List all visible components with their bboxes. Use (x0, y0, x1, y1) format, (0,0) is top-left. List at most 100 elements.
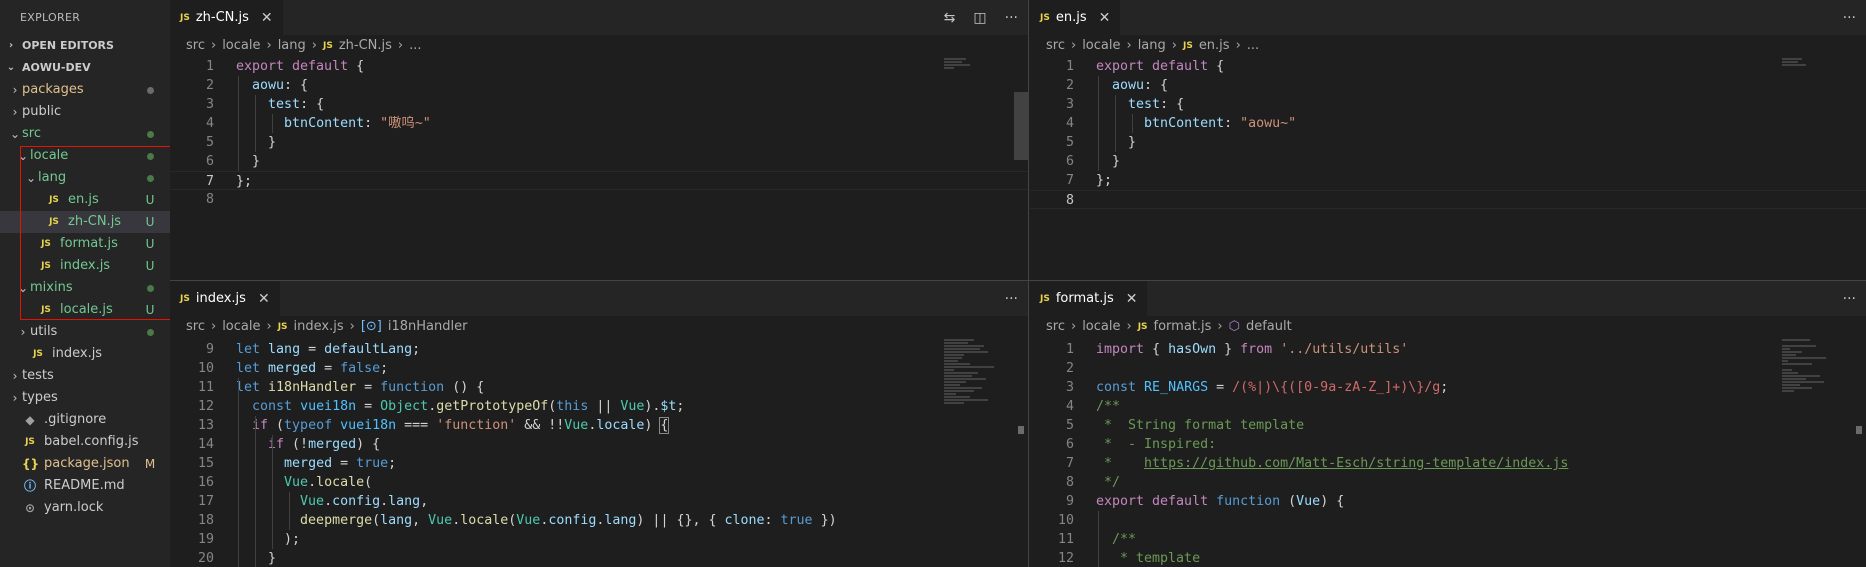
tree-item-index-js[interactable]: JS index.js (0, 343, 170, 365)
tab-index[interactable]: JS index.js ✕ (170, 281, 281, 316)
tab-en[interactable]: JS en.js ✕ (1030, 0, 1122, 35)
tree-item-packages[interactable]: › packages (0, 79, 170, 101)
git-icon: ◆ (25, 413, 35, 427)
explorer-title: EXPLORER (20, 11, 81, 24)
tree-item-en-js[interactable]: JS en.js U (0, 189, 170, 211)
breadcrumb-item[interactable]: default (1246, 316, 1292, 338)
tab-label: index.js (195, 291, 246, 306)
tree-item-label: .gitignore (44, 412, 107, 427)
close-icon[interactable]: ✕ (1126, 291, 1138, 307)
chevron-down-icon: ⌄ (17, 281, 29, 295)
breadcrumb-item[interactable]: locale (222, 35, 260, 57)
tree-item-package-json[interactable]: {} package.json M (0, 453, 170, 475)
tab-bar: JS en.js ✕ ··· (1030, 0, 1866, 35)
tree-item-public[interactable]: › public (0, 101, 170, 123)
breadcrumb-item[interactable]: en.js (1199, 35, 1230, 57)
close-icon[interactable]: ✕ (261, 10, 273, 26)
tree-item-yarn-lock[interactable]: ⊙ yarn.lock (0, 497, 170, 519)
close-icon[interactable]: ✕ (258, 291, 270, 307)
breadcrumb-item[interactable]: lang (278, 35, 306, 57)
breadcrumb-item[interactable]: i18nHandler (388, 316, 468, 338)
tree-item-tests[interactable]: › tests (0, 365, 170, 387)
tree-item-label: yarn.lock (44, 500, 104, 515)
scrollbar[interactable] (1014, 92, 1028, 160)
breadcrumb-item[interactable]: locale (1082, 35, 1120, 57)
project-section[interactable]: ⌄ AOWU-DEV (0, 57, 170, 79)
compare-changes-icon[interactable]: ⇆ (944, 10, 956, 26)
git-status-dot (144, 277, 156, 299)
tree-item-label: babel.config.js (44, 434, 139, 449)
breadcrumb: src › locale › lang › JS en.js › ... (1030, 35, 1866, 57)
tree-item-mixins[interactable]: ⌄ mixins (0, 277, 170, 299)
tree-item-src[interactable]: ⌄ src (0, 123, 170, 145)
chevron-right-icon: › (12, 105, 18, 119)
chevron-down-icon: ⌄ (6, 62, 16, 73)
open-editors-section[interactable]: › OPEN EDITORS (0, 35, 170, 57)
minimap[interactable] (944, 58, 1014, 70)
horizontal-divider[interactable] (170, 280, 1866, 281)
js-file-icon: JS (180, 12, 190, 23)
code-area[interactable]: 1 export default { 2 aowu: { 3 test: { 4 … (170, 57, 1028, 209)
breadcrumb-item[interactable]: index.js (294, 316, 344, 338)
chevron-down-icon: ⌄ (9, 127, 21, 141)
tree-item--gitignore[interactable]: ◆ .gitignore (0, 409, 170, 431)
js-file-icon: JS (41, 239, 51, 249)
breadcrumb-item[interactable]: src (186, 316, 205, 338)
js-file-icon: JS (41, 261, 51, 271)
git-status-badge: U (145, 303, 155, 317)
git-status-dot (144, 167, 156, 189)
tree-item-format-js[interactable]: JS format.js U (0, 233, 170, 255)
breadcrumb-item[interactable]: src (186, 35, 205, 57)
tab-zh-cn[interactable]: JS zh-CN.js ✕ (170, 0, 284, 35)
code-area[interactable]: 9 let lang = defaultLang; 10 let merged = … (170, 338, 1028, 567)
more-actions-icon[interactable]: ··· (1005, 291, 1018, 307)
code-area[interactable]: 1 import { hasOwn } from '../utils/utils'… (1030, 338, 1866, 567)
more-actions-icon[interactable]: ··· (1843, 291, 1856, 307)
tree-item-lang[interactable]: ⌄ lang (0, 167, 170, 189)
json-file-icon: {} (22, 457, 40, 471)
js-file-icon: JS (1182, 41, 1193, 51)
tree-item-locale[interactable]: ⌄ locale (0, 145, 170, 167)
breadcrumb-item[interactable]: zh-CN.js (339, 35, 392, 57)
close-icon[interactable]: ✕ (1099, 10, 1111, 26)
more-actions-icon[interactable]: ··· (1005, 10, 1018, 26)
breadcrumb-item[interactable]: ... (409, 35, 421, 57)
tree-item-label: tests (22, 368, 54, 383)
tab-format[interactable]: JS format.js ✕ (1030, 281, 1149, 316)
tree-item-locale-js[interactable]: JS locale.js U (0, 299, 170, 321)
breadcrumb: src › locale › JS index.js › [⊙] i18nHandle… (170, 316, 1028, 338)
git-status-badge: U (145, 237, 155, 251)
breadcrumb-item[interactable]: format.js (1154, 316, 1212, 338)
minimap[interactable] (944, 339, 1014, 405)
js-file-icon: JS (1040, 293, 1050, 304)
tree-item-index-js[interactable]: JS index.js U (0, 255, 170, 277)
scrollbar[interactable] (1018, 426, 1024, 434)
minimap[interactable] (1782, 339, 1852, 393)
vertical-divider[interactable] (1028, 0, 1029, 567)
tree-item-zh-cn-js[interactable]: JS zh-CN.js U (0, 211, 170, 233)
breadcrumb: src › locale › lang › JS zh-CN.js › ... (170, 35, 1028, 57)
tree-item-label: README.md (44, 478, 125, 493)
chevron-right-icon: › (20, 325, 26, 339)
breadcrumb-item[interactable]: ... (1247, 35, 1259, 57)
editor-actions: ··· (1843, 0, 1856, 35)
breadcrumb-item[interactable]: locale (1082, 316, 1120, 338)
tree-item-types[interactable]: › types (0, 387, 170, 409)
scrollbar[interactable] (1856, 426, 1862, 434)
git-status-badge: U (145, 193, 155, 207)
explorer-sidebar: EXPLORER › OPEN EDITORS ⌄ AOWU-DEV › pack… (0, 0, 170, 567)
split-editor-icon[interactable]: ◫ (973, 10, 986, 26)
breadcrumb-item[interactable]: locale (222, 316, 260, 338)
js-file-icon: JS (49, 217, 59, 227)
breadcrumb-item[interactable]: lang (1138, 35, 1166, 57)
git-status-badge: U (145, 259, 155, 273)
breadcrumb-item[interactable]: src (1046, 35, 1065, 57)
tree-item-readme-md[interactable]: ⓘ README.md (0, 475, 170, 497)
code-area[interactable]: 1 export default { 2 aowu: { 3 test: { 4 … (1030, 57, 1866, 209)
tree-item-utils[interactable]: › utils (0, 321, 170, 343)
breadcrumb-item[interactable]: src (1046, 316, 1065, 338)
tree-item-babel-config-js[interactable]: JS babel.config.js (0, 431, 170, 453)
git-status-dot (144, 321, 156, 343)
minimap[interactable] (1782, 58, 1852, 67)
more-actions-icon[interactable]: ··· (1843, 10, 1856, 26)
